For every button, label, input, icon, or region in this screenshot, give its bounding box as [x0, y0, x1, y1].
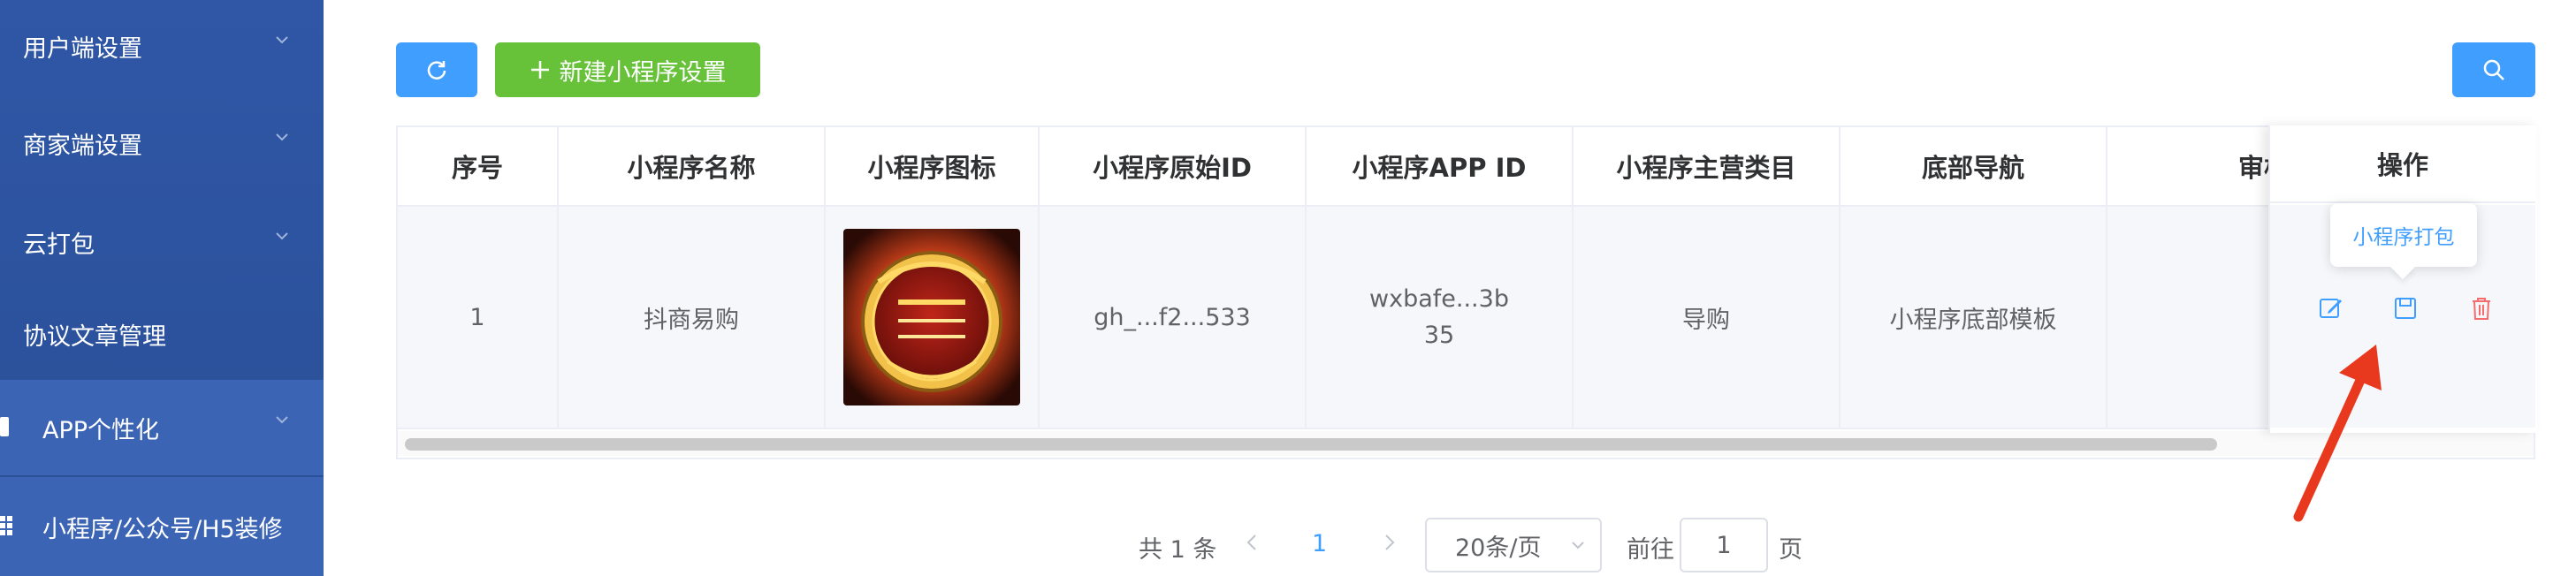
table-row: 1 抖商易购 gh_...f2...533 wxbafe...3b 35 导购 … [398, 207, 2534, 429]
sidebar-item-cloud-package[interactable]: 云打包 [0, 196, 324, 288]
horizontal-scrollbar-thumb[interactable] [405, 438, 2217, 451]
goto-page-input[interactable]: 1 [1680, 518, 1768, 572]
col-category: 小程序主营类目 [1574, 127, 1841, 205]
phone-icon [0, 417, 9, 436]
col-bottom-nav: 底部导航 [1841, 127, 2107, 205]
cell-icon [826, 207, 1040, 428]
plus-icon [530, 61, 549, 79]
new-button-label: 新建小程序设置 [559, 58, 727, 87]
col-index: 序号 [398, 127, 559, 205]
chevron-right-icon[interactable] [1383, 534, 1397, 551]
search-button[interactable] [2452, 42, 2535, 97]
goto-prefix: 前往 [1627, 536, 1674, 564]
sidebar-item-label: APP个性化 [42, 416, 160, 444]
sidebar-item-label: 小程序/公众号/H5装修 [42, 515, 283, 543]
sidebar-item-label: 协议文章管理 [23, 322, 166, 351]
sidebar-item-app-personalize[interactable]: APP个性化 [0, 380, 324, 475]
sidebar-item-merchant-settings[interactable]: 商家端设置 [0, 97, 324, 189]
chevron-left-icon[interactable] [1245, 534, 1259, 551]
delete-icon[interactable] [2468, 295, 2495, 322]
app-id-line2: 35 [1423, 322, 1455, 349]
miniprogram-table: 序号 小程序名称 小程序图标 小程序原始ID 小程序APP ID 小程序主营类目… [396, 125, 2535, 459]
col-app-id: 小程序APP ID [1307, 127, 1574, 205]
refresh-button[interactable] [396, 42, 477, 97]
col-operations: 操作 [2270, 125, 2535, 203]
annotation-arrow-icon [2293, 345, 2382, 522]
refresh-icon [427, 61, 446, 80]
page-size-select[interactable]: 20条/页 [1425, 518, 1602, 572]
package-icon[interactable] [2392, 295, 2419, 322]
sidebar-item-label: 商家端设置 [23, 132, 142, 160]
edit-icon[interactable] [2318, 295, 2344, 322]
goto-suffix: 页 [1779, 536, 1802, 564]
chevron-down-icon [276, 36, 288, 44]
cell-name: 抖商易购 [559, 207, 826, 428]
cell-app-id: wxbafe...3b 35 [1307, 207, 1574, 428]
new-miniprogram-settings-button[interactable]: 新建小程序设置 [495, 42, 760, 97]
sidebar-item-label: 云打包 [23, 231, 95, 259]
sidebar-item-agreements[interactable]: 协议文章管理 [0, 288, 324, 380]
cell-index: 1 [398, 207, 559, 428]
col-original-id: 小程序原始ID [1040, 127, 1307, 205]
grid-icon [0, 516, 12, 535]
sidebar-item-miniprogram-decorate[interactable]: 小程序/公众号/H5装修 [0, 477, 324, 576]
pagination-page-1[interactable]: 1 [1312, 530, 1327, 557]
page-size-value: 20条/页 [1455, 534, 1542, 562]
col-icon: 小程序图标 [826, 127, 1040, 205]
chevron-down-icon [276, 232, 288, 240]
miniprogram-logo [843, 229, 1020, 405]
sidebar-item-user-settings[interactable]: 用户端设置 [0, 0, 324, 92]
package-tooltip: 小程序打包 [2330, 203, 2477, 267]
app-id-line1: wxbafe...3b [1369, 285, 1509, 313]
cell-original-id: gh_...f2...533 [1040, 207, 1307, 428]
chevron-down-icon [276, 416, 288, 424]
col-name: 小程序名称 [559, 127, 826, 205]
sidebar: 用户端设置 商家端设置 云打包 协议文章管理 APP个性化 小程序/公众号/H5… [0, 0, 324, 576]
cell-bottom-nav: 小程序底部模板 [1841, 207, 2107, 428]
chevron-down-icon [1572, 542, 1584, 549]
sidebar-item-label: 用户端设置 [23, 34, 142, 63]
table-header: 序号 小程序名称 小程序图标 小程序原始ID 小程序APP ID 小程序主营类目… [398, 127, 2534, 207]
chevron-down-icon [276, 133, 288, 141]
cell-category: 导购 [1574, 207, 1841, 428]
search-icon [2483, 59, 2504, 80]
pagination-total: 共 1 条 [1139, 536, 1217, 564]
